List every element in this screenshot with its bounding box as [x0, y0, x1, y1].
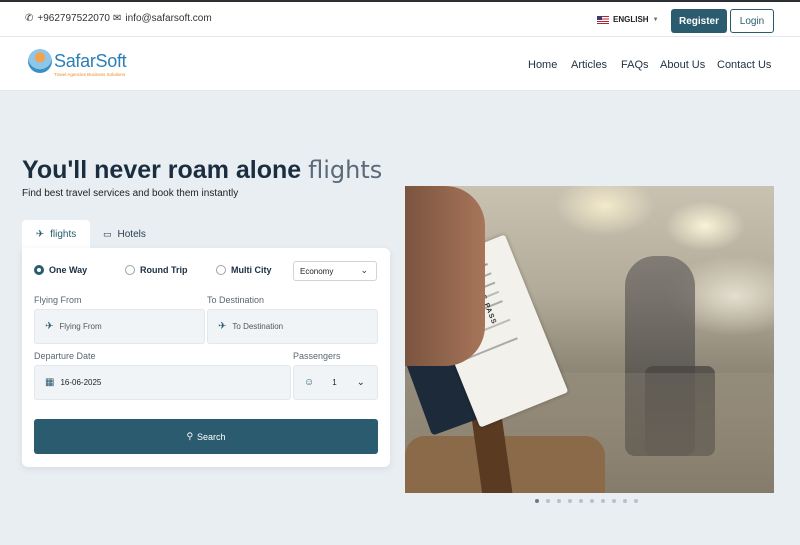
carousel-dot[interactable] — [568, 499, 572, 503]
nav-contact-us[interactable]: Contact Us — [717, 59, 771, 71]
tab-flights-label: flights — [50, 229, 77, 240]
hand — [405, 186, 485, 366]
carousel-dot[interactable] — [579, 499, 583, 503]
carousel-dot[interactable] — [612, 499, 616, 503]
carousel-dot[interactable] — [590, 499, 594, 503]
bed-icon: ▭ — [103, 229, 112, 239]
nav-home[interactable]: Home — [528, 59, 557, 71]
register-button[interactable]: Register — [671, 9, 727, 33]
language-selector[interactable]: ENGLISH ▼ — [597, 15, 659, 24]
cabin-class-value: Economy — [300, 266, 334, 276]
carousel-dot[interactable] — [623, 499, 627, 503]
phone-contact[interactable]: ✆ +962797522070 — [25, 13, 110, 24]
mail-icon: ✉ — [113, 13, 122, 24]
radio-label: Round Trip — [140, 265, 188, 275]
email-contact[interactable]: ✉ info@safarsoft.com — [113, 13, 212, 24]
language-label: ENGLISH — [613, 15, 649, 24]
nav-about-us[interactable]: About Us — [660, 59, 705, 71]
chevron-down-icon: ⌄ — [356, 377, 366, 388]
carousel-dot[interactable] — [557, 499, 561, 503]
to-destination-input[interactable]: ✈ To Destination — [207, 309, 378, 344]
logo-icon — [28, 49, 52, 73]
radio-one-way[interactable]: One Way — [34, 265, 87, 275]
carousel-dot[interactable] — [634, 499, 638, 503]
passengers-label: Passengers — [293, 351, 341, 361]
email-address: info@safarsoft.com — [125, 13, 212, 24]
to-destination-label: To Destination — [207, 295, 265, 305]
calendar-icon: ▦ — [45, 377, 55, 388]
brand-logo[interactable]: SafarSoft Travel Agencies Business Solut… — [28, 49, 127, 77]
departure-date-input[interactable]: ▦ 16-06-2025 — [34, 365, 291, 400]
hero-image: BOARDING PASS — [405, 186, 774, 493]
carousel-dot[interactable] — [546, 499, 550, 503]
cabin-class-select[interactable]: Economy ⌄ — [293, 261, 377, 281]
takeoff-icon: ✈ — [45, 321, 54, 332]
phone-number: +962797522070 — [37, 13, 110, 24]
hero-title: You'll never roam alone flights — [22, 156, 382, 185]
tab-hotels[interactable]: ▭ Hotels — [103, 220, 146, 249]
hero-subtitle: Find best travel services and book them … — [22, 188, 239, 199]
us-flag-icon — [597, 15, 609, 24]
radio-dot — [125, 265, 135, 275]
tab-hotels-label: Hotels — [117, 229, 146, 240]
flying-from-input[interactable]: ✈ Flying From — [34, 309, 205, 344]
chevron-down-icon: ⌄ — [360, 265, 368, 275]
person-icon: ☺ — [304, 377, 315, 388]
carousel-dot[interactable] — [601, 499, 605, 503]
main-navbar: SafarSoft Travel Agencies Business Solut… — [0, 37, 800, 91]
hero-title-bold: You'll never roam alone — [22, 156, 302, 184]
brand-name: SafarSoft — [54, 50, 127, 71]
hero-title-light: flights — [308, 156, 383, 184]
to-destination-placeholder: To Destination — [232, 322, 284, 331]
search-button[interactable]: ⚲ Search — [34, 419, 378, 454]
radio-round-trip[interactable]: Round Trip — [125, 265, 188, 275]
radio-multi-city[interactable]: Multi City — [216, 265, 272, 275]
carousel-indicators — [535, 499, 638, 503]
radio-label: One Way — [49, 265, 88, 275]
carousel-dot[interactable] — [535, 499, 539, 503]
caret-down-icon: ▼ — [652, 16, 659, 23]
tab-flights[interactable]: ✈ flights — [22, 220, 90, 249]
flying-from-placeholder: Flying From — [59, 322, 102, 331]
nav-articles[interactable]: Articles — [571, 59, 607, 71]
radio-dot-selected — [34, 265, 44, 275]
flight-search-panel: One Way Round Trip Multi City Economy ⌄ … — [22, 248, 390, 467]
departure-date-label: Departure Date — [34, 351, 96, 361]
brand-tagline: Travel Agencies Business Solutions — [54, 72, 126, 77]
plane-icon: ✈ — [35, 229, 45, 240]
radio-label: Multi City — [231, 265, 272, 275]
search-icon: ⚲ — [186, 431, 194, 441]
passengers-value: 1 — [332, 378, 337, 387]
passengers-input[interactable]: ☺ 1 ⌄ — [293, 365, 378, 400]
login-button[interactable]: Login — [730, 9, 774, 33]
departure-date-value: 16-06-2025 — [60, 378, 102, 387]
nav-faqs[interactable]: FAQs — [621, 59, 649, 71]
phone-icon: ✆ — [25, 13, 34, 24]
top-bar: ✆ +962797522070 ✉ info@safarsoft.com ENG… — [0, 0, 800, 37]
flying-from-label: Flying From — [34, 295, 82, 305]
landing-icon: ✈ — [218, 321, 227, 332]
radio-dot — [216, 265, 226, 275]
search-button-label: Search — [197, 431, 226, 442]
